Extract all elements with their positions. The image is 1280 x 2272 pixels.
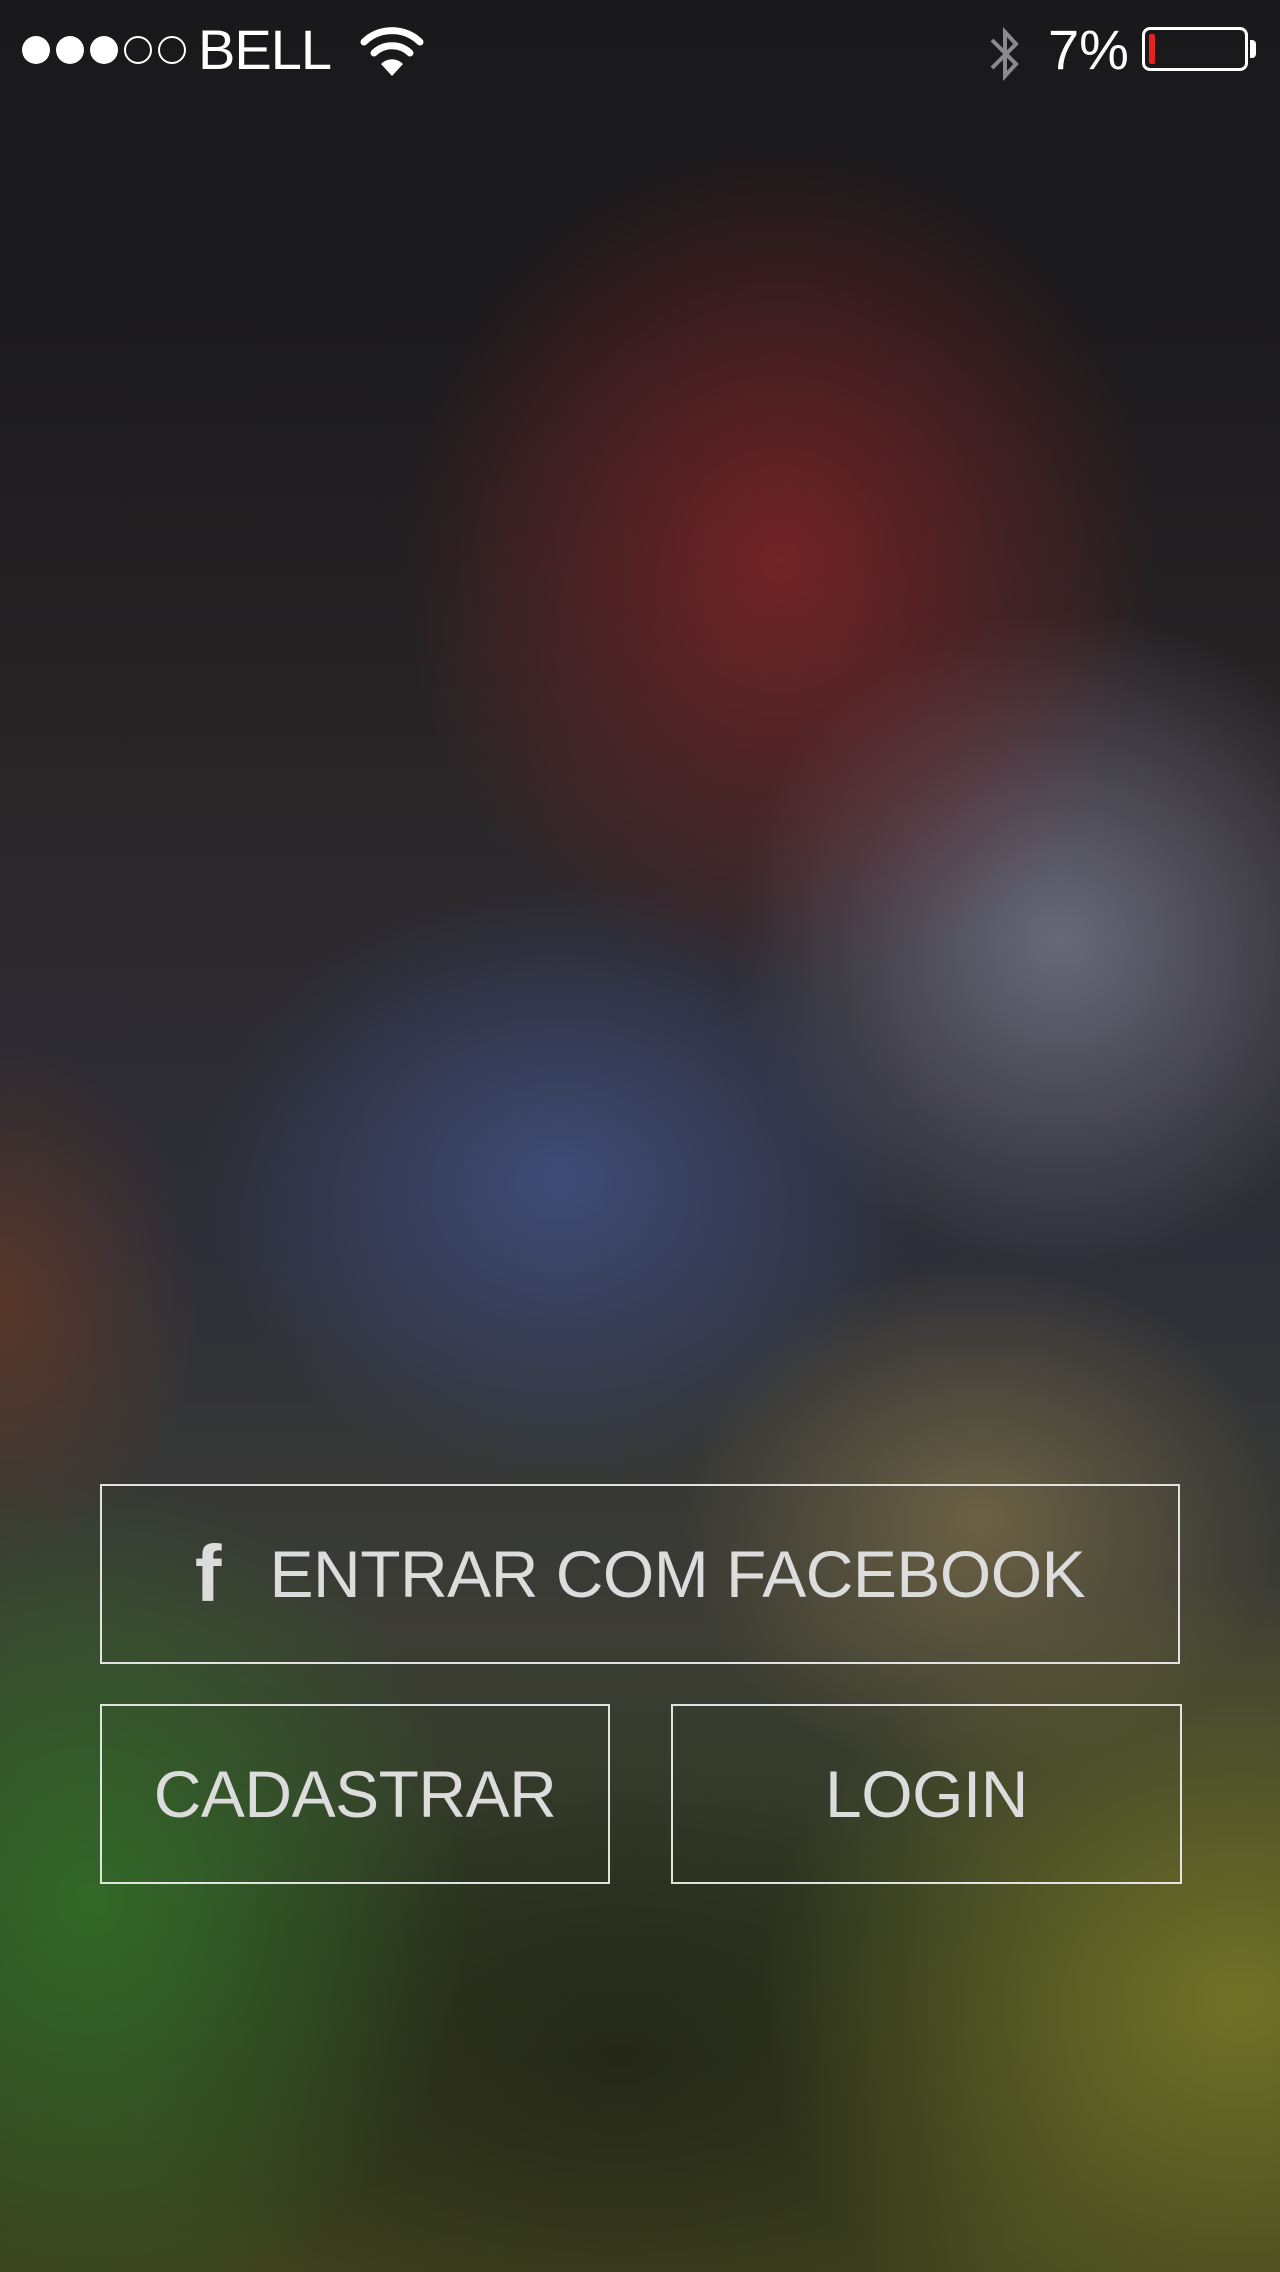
facebook-icon: f <box>194 1529 222 1618</box>
facebook-login-button[interactable]: f ENTRAR COM FACEBOOK <box>100 1484 1180 1664</box>
battery-level <box>1149 34 1155 64</box>
signal-dot <box>22 36 50 64</box>
register-label: CADASTRAR <box>153 1757 557 1831</box>
signal-dot <box>56 36 84 64</box>
battery-percentage: 7% <box>1048 18 1129 81</box>
signal-strength <box>22 36 186 64</box>
carrier-name: BELL <box>198 18 332 81</box>
login-button[interactable]: LOGIN <box>671 1704 1182 1884</box>
battery-icon <box>1142 27 1248 71</box>
bluetooth-icon <box>990 26 1019 82</box>
wifi-icon <box>360 27 424 76</box>
signal-dot <box>124 36 152 64</box>
battery-cap <box>1250 40 1256 58</box>
facebook-login-label: ENTRAR COM FACEBOOK <box>269 1537 1086 1611</box>
login-screen: BELL 7% f ENTRAR COM FACEBOOK CADASTRAR … <box>0 0 1280 2272</box>
login-label: LOGIN <box>825 1757 1028 1831</box>
status-bar: BELL 7% <box>0 0 1280 100</box>
signal-dot <box>158 36 186 64</box>
signal-dot <box>90 36 118 64</box>
register-button[interactable]: CADASTRAR <box>100 1704 610 1884</box>
